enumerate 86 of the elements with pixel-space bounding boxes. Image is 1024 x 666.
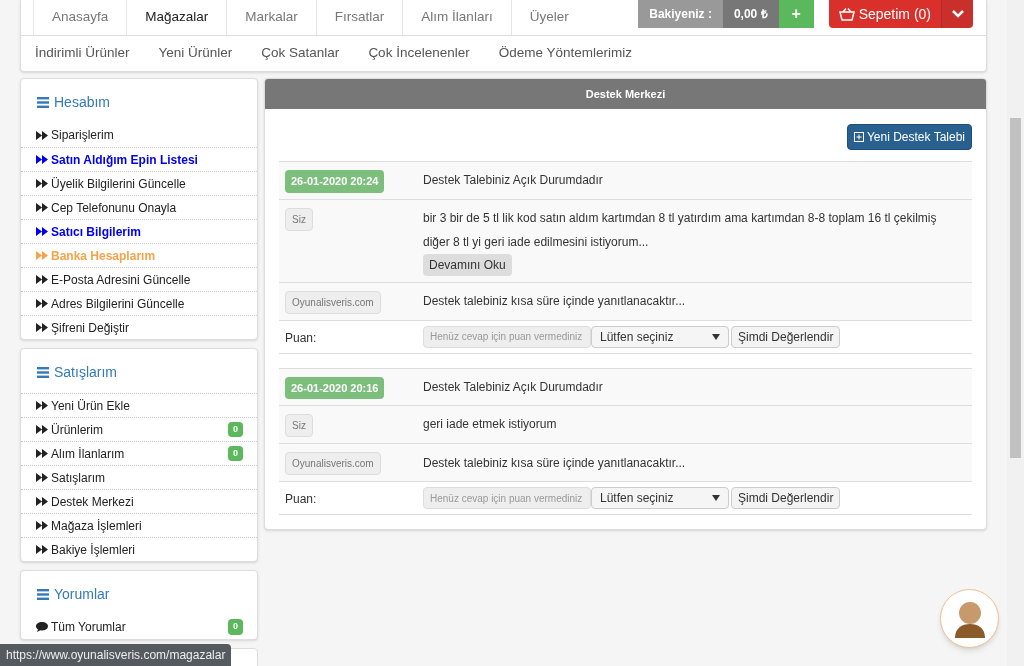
sidebar-item[interactable]: Siparişlerim xyxy=(21,123,257,147)
nav-tab[interactable]: Markalar xyxy=(226,0,316,35)
dropdown-arrow-icon xyxy=(712,495,720,501)
rating-select[interactable]: Lütfen seçiniz xyxy=(591,325,729,348)
fast-forward-icon xyxy=(36,155,48,164)
sidebar-item[interactable]: Satışlarım xyxy=(21,465,257,489)
nav-tab[interactable]: Anasayfa xyxy=(33,0,127,35)
fast-forward-icon xyxy=(36,449,48,458)
sidebar-item[interactable]: Cep Telefonunu Onayla xyxy=(21,195,257,219)
support-avatar[interactable] xyxy=(940,589,999,648)
author-label: Oyunalisveris.com xyxy=(285,452,381,475)
status-url: https://www.oyunalisveris.com/magazalar xyxy=(0,644,232,666)
sidebar-title: Yorumlar xyxy=(54,585,110,604)
nav-tab[interactable]: Fırsatlar xyxy=(315,0,403,35)
fast-forward-icon xyxy=(36,251,48,260)
panel-header: Destek Merkezi xyxy=(265,79,986,109)
balance-label: Bakiyeniz : xyxy=(638,0,723,28)
fast-forward-icon xyxy=(36,130,48,140)
person-silhouette-icon xyxy=(952,599,987,638)
rate-button[interactable]: Şimdi Değerlendir xyxy=(731,325,841,348)
sub-nav-link[interactable]: Yeni Ürünler xyxy=(158,43,233,64)
read-more-button[interactable]: Devamını Oku xyxy=(423,253,512,276)
sub-nav-link[interactable]: Ödeme Yöntemlerimiz xyxy=(498,43,632,64)
fast-forward-icon xyxy=(36,425,48,434)
fast-forward-icon xyxy=(36,473,48,482)
sidebar-item[interactable]: E-Posta Adresini Güncelle xyxy=(21,267,257,291)
fast-forward-icon xyxy=(36,401,48,410)
count-badge: 0 xyxy=(228,445,243,462)
fast-forward-icon xyxy=(36,521,48,530)
cart-dropdown-button[interactable] xyxy=(941,0,973,28)
sub-nav-link[interactable]: Çok Satanlar xyxy=(261,43,340,64)
ticket-message: bir 3 bir de 5 tl lik kod satın aldım kartımdan 8 tl yatırdım ama kartımdan 8-8 toplam 16 tl çekilmiş diğer 8 tl yi geri iade edilmesini istiyorum... xyxy=(423,209,938,251)
rating-label: Puan: xyxy=(285,492,317,506)
sub-nav-link[interactable]: İndirimli Ürünler xyxy=(35,43,130,64)
author-label: Siz xyxy=(285,207,313,231)
menu-icon xyxy=(37,97,49,108)
cart-button[interactable]: Sepetim (0) xyxy=(828,0,941,28)
ticket-message: geri iade etmek istiyorum xyxy=(423,416,557,433)
count-badge: 0 xyxy=(228,421,243,438)
sidebar-item[interactable]: Üyelik Bilgilerini Güncelle xyxy=(21,171,257,195)
sidebar-title: Hesabım xyxy=(54,93,111,112)
speech-bubble-icon xyxy=(36,622,48,632)
dropdown-arrow-icon xyxy=(712,333,720,340)
sidebar-item[interactable]: Tüm Yorumlar 0 xyxy=(21,615,257,639)
sidebar-item[interactable]: Yeni Ürün Ekle xyxy=(21,393,257,417)
fast-forward-icon xyxy=(36,275,48,284)
ticket-status: Destek Talebiniz Açık Durumdadır xyxy=(423,378,603,396)
count-badge: 0 xyxy=(228,619,243,635)
rating-select[interactable]: Lütfen seçiniz xyxy=(591,487,729,509)
nav-tab[interactable]: Üyeler xyxy=(510,0,587,35)
balance-value: 0,00 ₺ xyxy=(722,0,779,28)
reply-message: Destek talebiniz kısa süre içinde yanıtlanacaktır... xyxy=(423,293,686,310)
fast-forward-icon xyxy=(36,179,48,188)
sidebar-item[interactable]: Şifreni Değiştir xyxy=(21,315,257,339)
sidebar-item[interactable]: Satıcı Bilgilerim xyxy=(21,219,257,243)
menu-icon xyxy=(37,589,49,600)
date-badge: 26-01-2020 20:16 xyxy=(285,376,385,399)
nav-tab[interactable]: Mağazalar xyxy=(126,0,227,35)
sidebar-item[interactable]: Alım İlanlarım 0 xyxy=(21,441,257,465)
chevron-down-icon xyxy=(951,10,964,18)
sub-nav-link[interactable]: Çok İncelenenler xyxy=(368,43,470,64)
ticket-status: Destek Talebiniz Açık Durumdadır xyxy=(423,172,603,190)
sidebar-item[interactable]: Destek Merkezi xyxy=(21,489,257,513)
fast-forward-icon xyxy=(36,227,48,236)
rating-label: Puan: xyxy=(285,330,317,345)
sidebar-item[interactable]: Ürünlerim 0 xyxy=(21,417,257,441)
sidebar-item[interactable]: Adres Bilgilerini Güncelle xyxy=(21,291,257,315)
fast-forward-icon xyxy=(36,323,48,332)
sidebar-item[interactable]: Bakiye İşlemleri xyxy=(21,537,257,561)
fast-forward-icon xyxy=(36,497,48,506)
date-badge: 26-01-2020 20:24 xyxy=(285,170,385,193)
menu-icon xyxy=(37,367,49,378)
sidebar-title: Satışlarım xyxy=(54,363,117,382)
sidebar-item[interactable]: Satın Aldığım Epin Listesi xyxy=(21,147,257,171)
fast-forward-icon xyxy=(36,545,48,554)
reply-message: Destek talebiniz kısa süre içinde yanıtlanacaktır... xyxy=(423,454,686,472)
fast-forward-icon xyxy=(36,203,48,212)
basket-icon xyxy=(838,7,855,21)
sidebar-item[interactable]: Mağaza İşlemleri xyxy=(21,513,257,537)
author-label: Oyunalisveris.com xyxy=(285,290,381,314)
fast-forward-icon xyxy=(36,299,48,308)
rate-button[interactable]: Şimdi Değerlendir xyxy=(731,487,841,509)
new-ticket-button[interactable]: Yeni Destek Talebi xyxy=(846,124,972,150)
author-label: Siz xyxy=(285,414,313,437)
plus-square-icon xyxy=(853,132,864,142)
nav-tab[interactable]: Alım İlanları xyxy=(402,0,511,35)
